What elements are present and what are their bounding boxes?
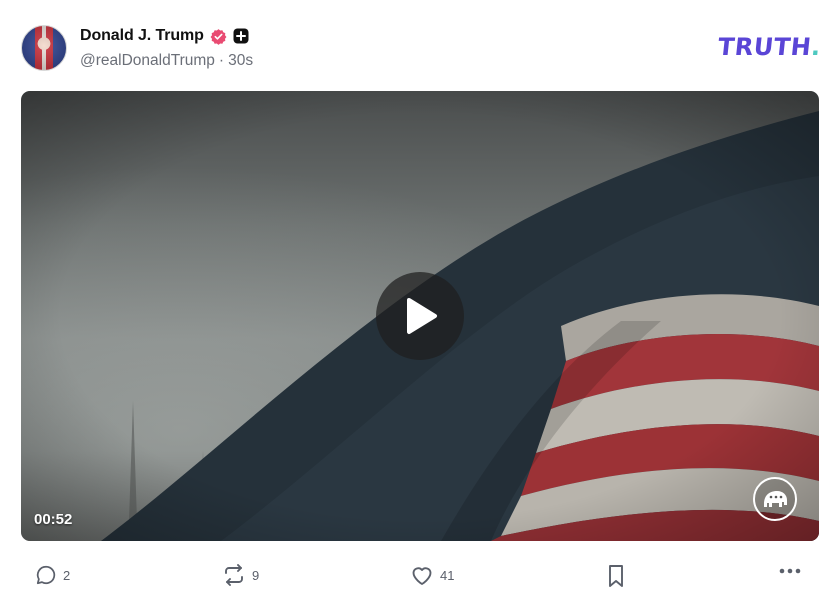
plus-badge-icon xyxy=(233,28,249,44)
author-handle[interactable]: @realDonaldTrump xyxy=(80,52,215,70)
retruth-count: 9 xyxy=(252,567,260,583)
author-display-name[interactable]: Donald J. Trump xyxy=(80,27,204,45)
speech-bubble-icon xyxy=(36,565,56,585)
elephant-logo-icon xyxy=(753,477,797,521)
repost-icon xyxy=(225,564,243,586)
bookmark-icon xyxy=(609,565,623,587)
post-header: Donald J. Trump @realDonaldTrump · 30s T… xyxy=(21,25,823,75)
like-count: 41 xyxy=(440,567,455,583)
logo-text: TRUTH xyxy=(716,33,813,61)
video-duration: 00:52 xyxy=(34,511,73,528)
author-meta-row: @realDonaldTrump · 30s xyxy=(80,52,253,70)
reply-button[interactable]: 2 xyxy=(35,564,70,586)
author-name-row: Donald J. Trump xyxy=(80,27,249,45)
bookmark-button[interactable] xyxy=(606,564,626,588)
post-timestamp[interactable]: 30s xyxy=(228,52,253,70)
meta-separator: · xyxy=(218,52,225,69)
post-action-bar: 2 9 41 xyxy=(21,556,821,596)
play-button[interactable] xyxy=(376,272,464,360)
truth-logo[interactable]: TRUTH. xyxy=(717,33,823,61)
logo-dot: . xyxy=(809,33,823,61)
retruth-button[interactable]: 9 xyxy=(222,564,259,586)
like-button[interactable]: 41 xyxy=(410,564,454,586)
verified-badge-icon xyxy=(210,28,227,45)
heart-icon xyxy=(412,567,432,585)
reply-count: 2 xyxy=(63,567,71,583)
video-player[interactable]: 00:52 xyxy=(21,91,819,541)
more-dots-icon xyxy=(779,568,801,574)
play-icon xyxy=(407,298,437,334)
author-avatar[interactable] xyxy=(21,25,67,71)
more-options-button[interactable] xyxy=(779,568,801,574)
